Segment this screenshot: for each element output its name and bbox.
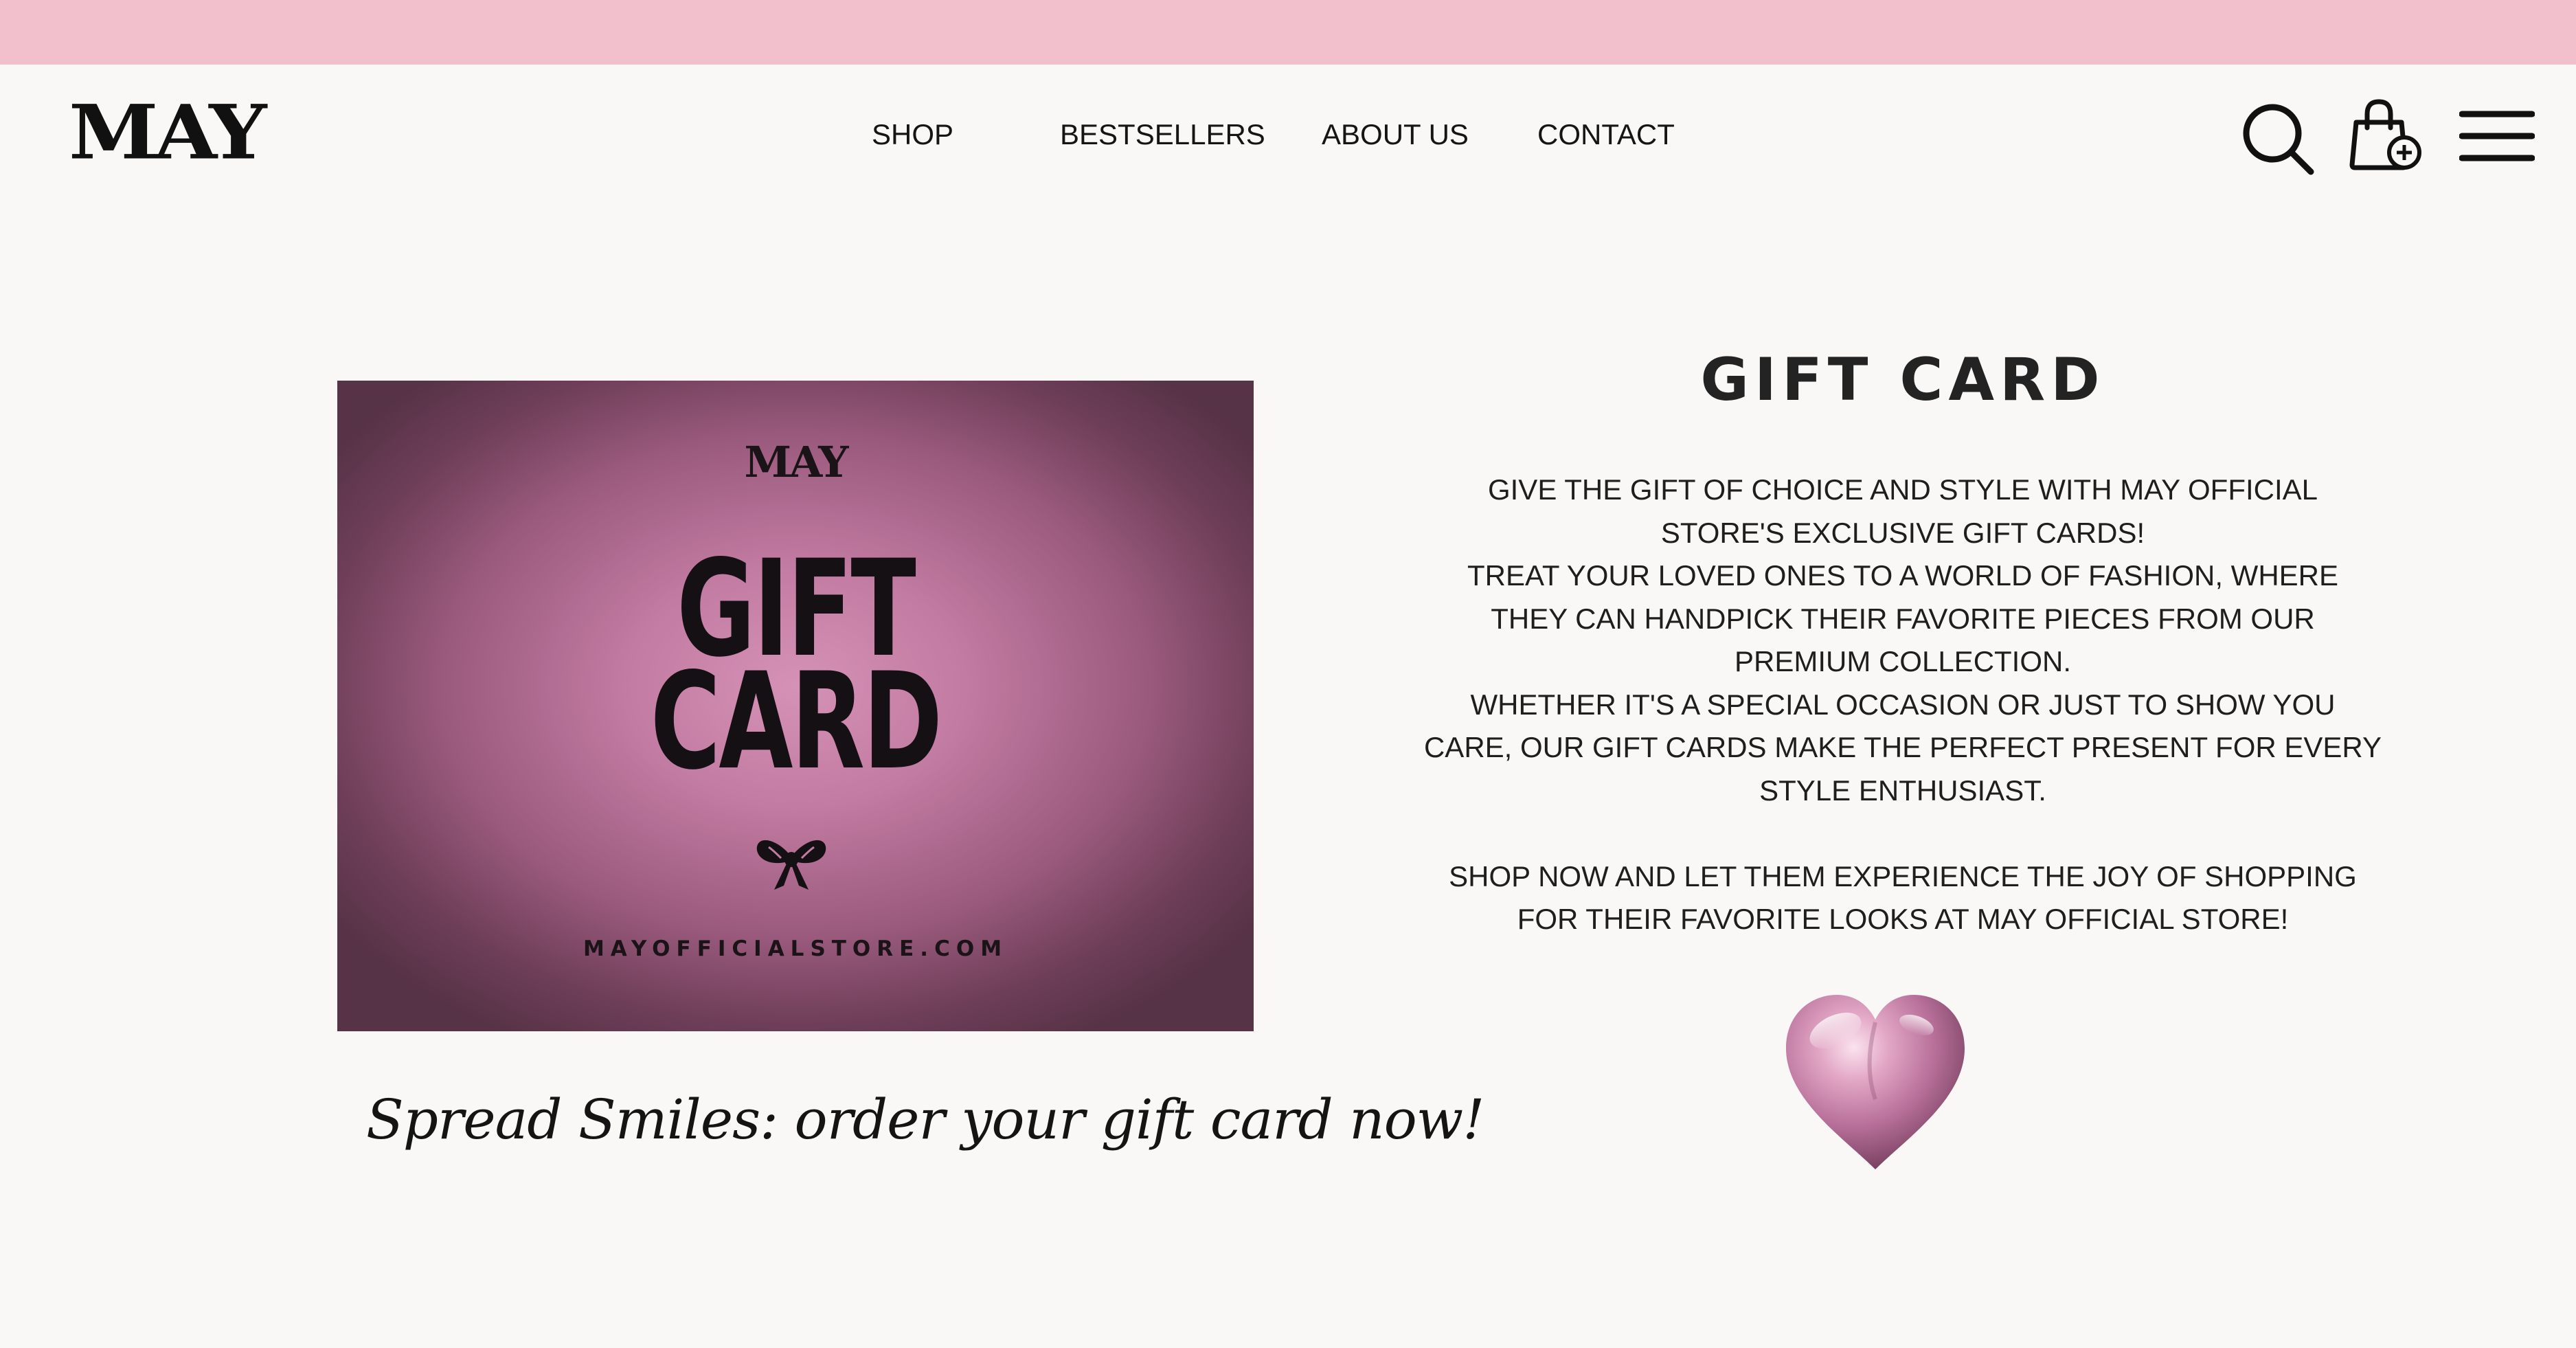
product-description: GIVE THE GIFT OF CHOICE AND STYLE WITH M… [1422, 469, 2384, 941]
description-line: TREAT YOUR LOVED ONES TO A WORLD OF FASH… [1467, 559, 2339, 592]
nav-contact[interactable]: CONTACT [1537, 115, 1675, 154]
gift-card-logo: MAY [744, 437, 849, 487]
announcement-bar [0, 0, 2576, 65]
cta-line: SHOP NOW AND LET THEM EXPERIENCE THE JOY… [1449, 860, 2357, 892]
tagline: Spread Smiles: order your gift card now! [366, 1088, 1484, 1152]
description-line: STYLE ENTHUSIAST. [1759, 774, 2046, 807]
description-line: CARE, OUR GIFT CARDS MAKE THE PERFECT PR… [1423, 731, 2382, 763]
description-line: GIVE THE GIFT OF CHOICE AND STYLE WITH M… [1487, 473, 2318, 506]
cta-line: FOR THEIR FAVORITE LOOKS AT MAY OFFICIAL… [1517, 903, 2289, 935]
nav-shop[interactable]: SHOP [872, 115, 953, 154]
shopping-bag-add-icon[interactable] [2348, 96, 2424, 173]
heart-icon [1779, 989, 1971, 1178]
brand-logo[interactable]: MAY [69, 95, 267, 170]
gift-card-title: GIFT CARD [466, 542, 1125, 799]
description-line: STORE'S EXCLUSIVE GIFT CARDS! [1660, 516, 2145, 549]
description-line: THEY CAN HANDPICK THEIR FAVORITE PIECES … [1491, 602, 2315, 635]
description-line: PREMIUM COLLECTION. [1734, 645, 2072, 677]
search-icon[interactable] [2241, 102, 2316, 177]
bow-icon [754, 831, 829, 896]
nav-bestsellers[interactable]: BESTSELLERS [1060, 115, 1265, 154]
menu-icon[interactable] [2459, 109, 2535, 164]
product-title: GIFT CARD [1700, 346, 2105, 414]
gift-card-title-line2: CARD [650, 644, 942, 799]
gift-card-image: MAY GIFT CARD MAYOFFICIALSTORE.COM [337, 381, 1254, 1031]
description-line: WHETHER IT'S A SPECIAL OCCASION OR JUST … [1470, 688, 2336, 721]
nav-about-us[interactable]: ABOUT US [1322, 115, 1469, 154]
gift-card-url: MAYOFFICIALSTORE.COM [583, 936, 1008, 961]
